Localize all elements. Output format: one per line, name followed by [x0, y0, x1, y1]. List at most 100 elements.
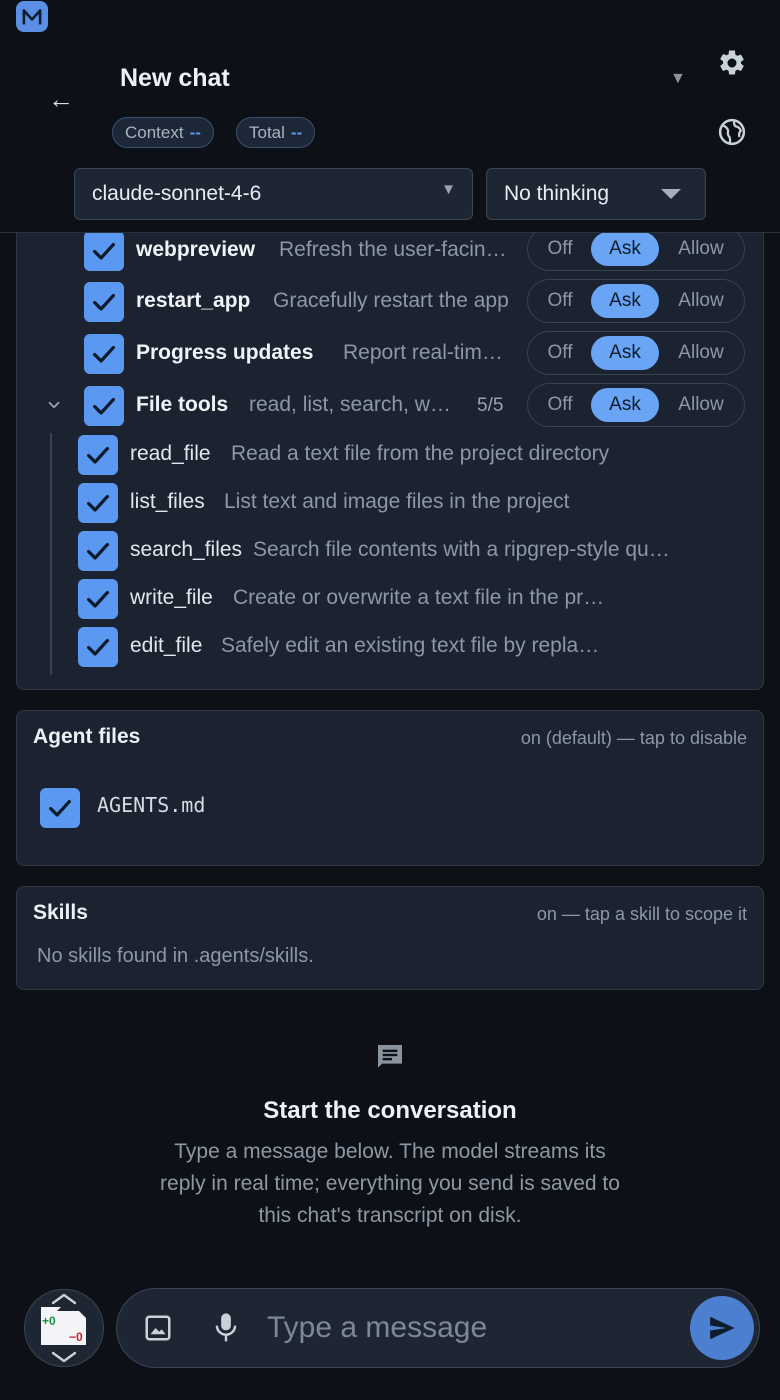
checkmark-icon	[87, 494, 109, 512]
tool-group-file-tools: File tools read, list, search, write, ed…	[17, 383, 765, 427]
tool-description: Gracefully restart the app	[273, 289, 509, 312]
permission-ask-option[interactable]: Ask	[591, 232, 659, 266]
thinking-select[interactable]: No thinking	[486, 168, 706, 220]
m-logo-glyph	[22, 8, 42, 24]
checkmark-icon	[87, 542, 109, 560]
file-changes-button[interactable]: +0 −0	[24, 1289, 104, 1367]
total-usage-badge[interactable]: Total --	[236, 117, 316, 148]
checkmark-icon	[87, 638, 109, 656]
microphone-icon[interactable]	[211, 1311, 241, 1345]
subtool-description: Create or overwrite a text file in the p…	[233, 586, 615, 609]
agent-files-card: Agent files on (default) — tap to disabl…	[16, 710, 764, 866]
title-chevron-down-icon[interactable]: ▼	[670, 70, 686, 88]
permission-off-option[interactable]: Off	[540, 388, 580, 422]
subtool-row-search-files: search_files Search file contents with a…	[17, 531, 765, 575]
thinking-select-value: No thinking	[504, 182, 610, 205]
tool-description: Report real-time progress	[343, 341, 503, 364]
context-label: Context	[125, 122, 184, 142]
permission-segmented-control: Off Ask Allow	[527, 279, 745, 323]
empty-state-body: Type a message below. The model streams …	[160, 1140, 620, 1227]
agents-md-filename: AGENTS.md	[97, 793, 206, 817]
subtool-name: edit_file	[130, 634, 203, 657]
image-icon[interactable]	[143, 1313, 173, 1343]
agent-files-toggle-hint[interactable]: on (default) — tap to disable	[521, 728, 747, 749]
subtool-checkbox[interactable]	[78, 627, 118, 667]
empty-state-title: Start the conversation	[263, 1097, 517, 1124]
subtool-name: list_files	[130, 490, 205, 513]
model-select-value: claude-sonnet-4-6	[92, 182, 262, 205]
tool-row-webpreview: webpreview Refresh the user-facing previ…	[17, 227, 765, 271]
message-composer	[116, 1288, 760, 1368]
permission-allow-option[interactable]: Allow	[668, 336, 734, 370]
model-select[interactable]: claude-sonnet-4-6 ▼	[74, 168, 473, 220]
chat-bubble-icon	[378, 1045, 402, 1068]
tool-checkbox[interactable]	[84, 282, 124, 322]
checkmark-icon	[87, 446, 109, 464]
subtool-description: Search file contents with a ripgrep-styl…	[253, 538, 673, 561]
tool-group-name: File tools	[136, 393, 229, 416]
permission-off-option[interactable]: Off	[540, 232, 580, 266]
subtool-checkbox[interactable]	[78, 435, 118, 475]
gear-icon[interactable]	[717, 48, 747, 78]
permission-ask-option[interactable]: Ask	[591, 336, 659, 370]
permission-allow-option[interactable]: Allow	[668, 284, 734, 318]
subtool-row-write-file: write_file Create or overwrite a text fi…	[17, 579, 765, 623]
tool-checkbox[interactable]	[84, 334, 124, 374]
lines-added-count: +0	[42, 1314, 56, 1328]
checkmark-icon	[93, 242, 115, 260]
thinking-chevron-down-icon	[661, 189, 681, 199]
message-input[interactable]	[267, 1303, 677, 1353]
send-icon	[710, 1316, 735, 1340]
skills-card: Skills on — tap a skill to scope it No s…	[16, 886, 764, 990]
permission-ask-option[interactable]: Ask	[591, 388, 659, 422]
tool-row-progress-updates: Progress updates Report real-time progre…	[17, 331, 765, 375]
lines-removed-count: −0	[69, 1330, 83, 1344]
tool-group-checkbox[interactable]	[84, 386, 124, 426]
subtool-checkbox[interactable]	[78, 531, 118, 571]
tool-group-count: 5/5	[477, 395, 504, 416]
permission-ask-option[interactable]: Ask	[591, 284, 659, 318]
agents-md-checkbox[interactable]	[40, 788, 80, 828]
agent-files-title: Agent files	[33, 725, 141, 748]
send-button[interactable]	[690, 1296, 754, 1360]
context-usage-badge[interactable]: Context --	[112, 117, 214, 148]
tool-name: restart_app	[136, 289, 251, 312]
tool-row-restart-app: restart_app Gracefully restart the app O…	[17, 279, 765, 323]
subtool-row-read-file: read_file Read a text file from the proj…	[17, 435, 765, 479]
context-value: --	[189, 122, 201, 142]
checkmark-icon	[49, 799, 71, 817]
subtool-name: search_files	[130, 538, 243, 561]
total-value: --	[290, 122, 303, 142]
checkmark-icon	[93, 293, 115, 311]
back-arrow-icon[interactable]: ←	[46, 84, 76, 114]
permission-off-option[interactable]: Off	[540, 336, 580, 370]
app-logo-icon[interactable]	[16, 1, 48, 32]
permission-segmented-control: Off Ask Allow	[527, 383, 745, 427]
permission-off-option[interactable]: Off	[540, 284, 580, 318]
checkmark-icon	[93, 397, 115, 415]
permission-allow-option[interactable]: Allow	[668, 388, 734, 422]
subtool-description: List text and image files in the project	[224, 490, 570, 513]
chevron-down-icon	[51, 1351, 77, 1363]
tool-name: webpreview	[136, 238, 256, 261]
checkmark-icon	[93, 345, 115, 363]
total-label: Total	[249, 122, 285, 142]
chevron-up-icon	[51, 1293, 77, 1305]
permission-allow-option[interactable]: Allow	[668, 232, 734, 266]
permission-segmented-control: Off Ask Allow	[527, 227, 745, 271]
tools-card: webpreview Refresh the user-facing previ…	[16, 200, 764, 690]
globe-icon[interactable]	[717, 117, 747, 147]
subtool-row-edit-file: edit_file Safely edit an existing text f…	[17, 627, 765, 671]
chat-header: ← New chat ▼ Context -- Total -- claude-…	[0, 0, 780, 233]
subtool-name: write_file	[130, 586, 213, 609]
tool-checkbox[interactable]	[84, 231, 124, 271]
subtool-checkbox[interactable]	[78, 579, 118, 619]
subtool-row-list-files: list_files List text and image files in …	[17, 483, 765, 527]
tool-description: Refresh the user-facing preview	[279, 238, 513, 261]
chat-title[interactable]: New chat	[120, 64, 230, 93]
file-diff-icon	[41, 1293, 86, 1363]
tool-group-description: read, list, search, write, edit	[249, 393, 457, 416]
subtool-description: Read a text file from the project direct…	[231, 442, 610, 465]
skills-title: Skills	[33, 901, 88, 924]
subtool-checkbox[interactable]	[78, 483, 118, 523]
